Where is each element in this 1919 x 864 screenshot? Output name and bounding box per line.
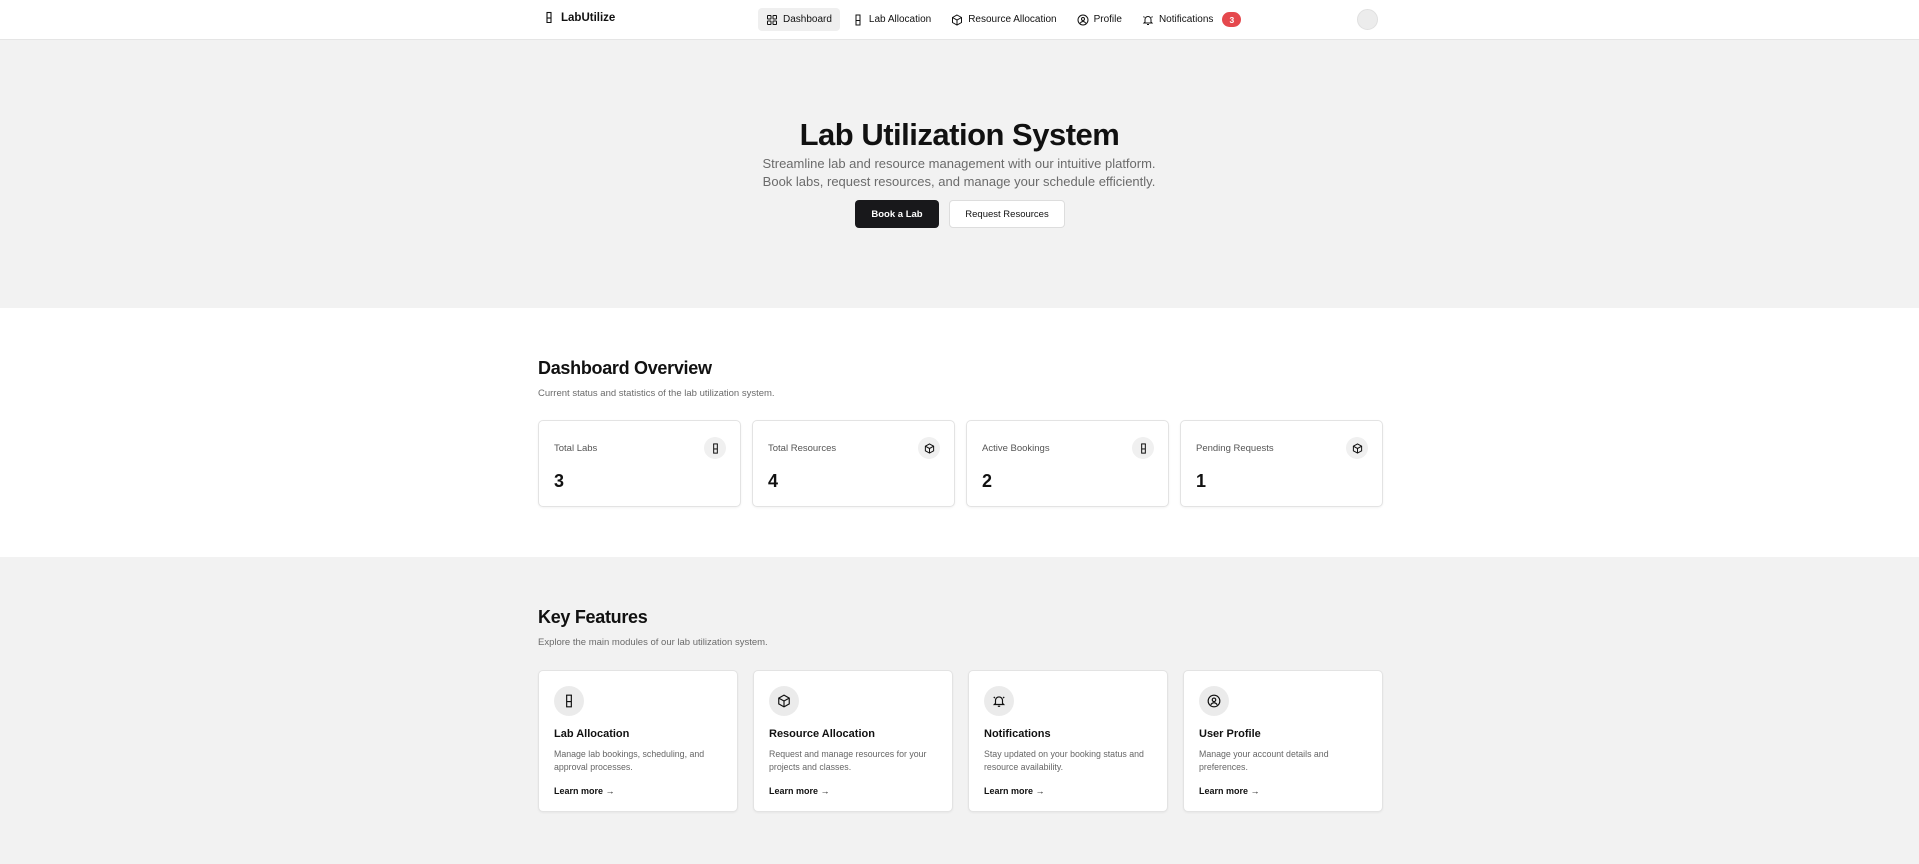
dashboard-subtitle: Current status and statistics of the lab… [538, 388, 775, 399]
bell-icon [992, 696, 1006, 707]
stat-value: 1 [1196, 471, 1207, 491]
hero-section: Lab Utilization System Streamline lab an… [0, 40, 1919, 308]
brand-name: LabUtilize [561, 11, 616, 24]
feature-title: Resource Allocation [769, 728, 875, 740]
stat-card-total-resources: Total Resources 4 [752, 420, 955, 507]
stat-label: Total Resources [768, 443, 837, 454]
nav-item-resource-allocation[interactable]: Resource Allocation [943, 8, 1064, 31]
feature-card-resource-allocation: Resource Allocation Request and manage r… [753, 670, 953, 812]
feature-description: Manage lab bookings, scheduling, and app… [554, 749, 705, 772]
stat-label: Pending Requests [1196, 443, 1274, 454]
nav-item-notifications[interactable]: Notifications 3 [1134, 8, 1249, 31]
stat-card-active-bookings: Active Bookings 2 [966, 420, 1169, 507]
features-title: Key Features [538, 607, 648, 627]
box-icon [778, 694, 790, 708]
nav-item-dashboard[interactable]: Dashboard [758, 8, 840, 31]
flask-icon [855, 14, 861, 25]
nav-item-label: Dashboard [783, 14, 832, 25]
stat-value: 4 [768, 471, 779, 491]
user-avatar[interactable] [1357, 9, 1378, 30]
stat-value: 3 [554, 471, 565, 491]
feature-card-notifications: Notifications Stay updated on your booki… [968, 670, 1168, 812]
box-icon [952, 13, 963, 26]
feature-card-lab-allocation: Lab Allocation Manage lab bookings, sche… [538, 670, 738, 812]
feature-card-user-profile: User Profile Manage your account details… [1183, 670, 1383, 812]
notification-count-badge: 3 [1222, 12, 1242, 27]
brand-logo[interactable]: LabUtilize [543, 11, 615, 24]
feature-title: User Profile [1199, 728, 1261, 740]
nav-item-profile[interactable]: Profile [1069, 8, 1130, 31]
stat-label: Active Bookings [982, 443, 1050, 454]
request-resources-button[interactable]: Request Resources [949, 200, 1065, 228]
dashboard-overview-section: Dashboard Overview Current status and st… [0, 308, 1919, 557]
flask-icon [712, 442, 718, 454]
user-circle-icon [1077, 14, 1089, 25]
nav-item-label: Notifications [1158, 14, 1214, 25]
top-navbar: LabUtilize Dashboard Lab Allocation Reso… [0, 0, 1919, 40]
nav-item-label: Profile [1093, 14, 1122, 25]
learn-more-link[interactable]: Learn more → [554, 786, 615, 796]
nav-links: Dashboard Lab Allocation Resource Alloca… [758, 8, 1249, 31]
box-icon [924, 442, 934, 454]
feature-icon-container [554, 686, 584, 716]
feature-title: Notifications [984, 728, 1051, 740]
flask-icon [566, 694, 572, 708]
grid-icon [767, 14, 777, 25]
feature-description: Manage your account details and preferen… [1199, 749, 1329, 772]
feature-icon-container [984, 686, 1014, 716]
learn-more-link[interactable]: Learn more → [1199, 786, 1260, 796]
user-circle-icon [1207, 694, 1221, 708]
box-icon [1352, 442, 1362, 454]
nav-item-lab-allocation[interactable]: Lab Allocation [844, 8, 939, 31]
dashboard-title: Dashboard Overview [538, 358, 712, 378]
stat-icon-container [1346, 437, 1368, 459]
stat-icon-container [1132, 437, 1154, 459]
hero-subtitle: Streamline lab and resource management w… [762, 156, 1156, 189]
book-lab-button[interactable]: Book a Lab [855, 200, 939, 228]
flask-icon [546, 11, 552, 24]
feature-icon-container [1199, 686, 1229, 716]
hero-title: Lab Utilization System [799, 117, 1120, 152]
stat-card-total-labs: Total Labs 3 [538, 420, 741, 507]
stat-card-pending-requests: Pending Requests 1 [1180, 420, 1383, 507]
feature-title: Lab Allocation [554, 728, 630, 740]
stat-icon-container [704, 437, 726, 459]
bell-icon [1142, 15, 1154, 25]
learn-more-link[interactable]: Learn more → [984, 786, 1045, 796]
features-subtitle: Explore the main modules of our lab util… [538, 637, 768, 648]
stat-icon-container [918, 437, 940, 459]
stat-value: 2 [982, 471, 993, 491]
learn-more-link[interactable]: Learn more → [769, 786, 830, 796]
feature-description: Request and manage resources for your pr… [769, 749, 927, 772]
stat-label: Total Labs [554, 443, 598, 454]
flask-icon [1140, 442, 1146, 454]
feature-description: Stay updated on your booking status and … [984, 749, 1144, 772]
key-features-section: Key Features Explore the main modules of… [0, 557, 1919, 864]
nav-item-label: Resource Allocation [968, 14, 1057, 25]
feature-icon-container [769, 686, 799, 716]
nav-item-label: Lab Allocation [868, 14, 932, 25]
